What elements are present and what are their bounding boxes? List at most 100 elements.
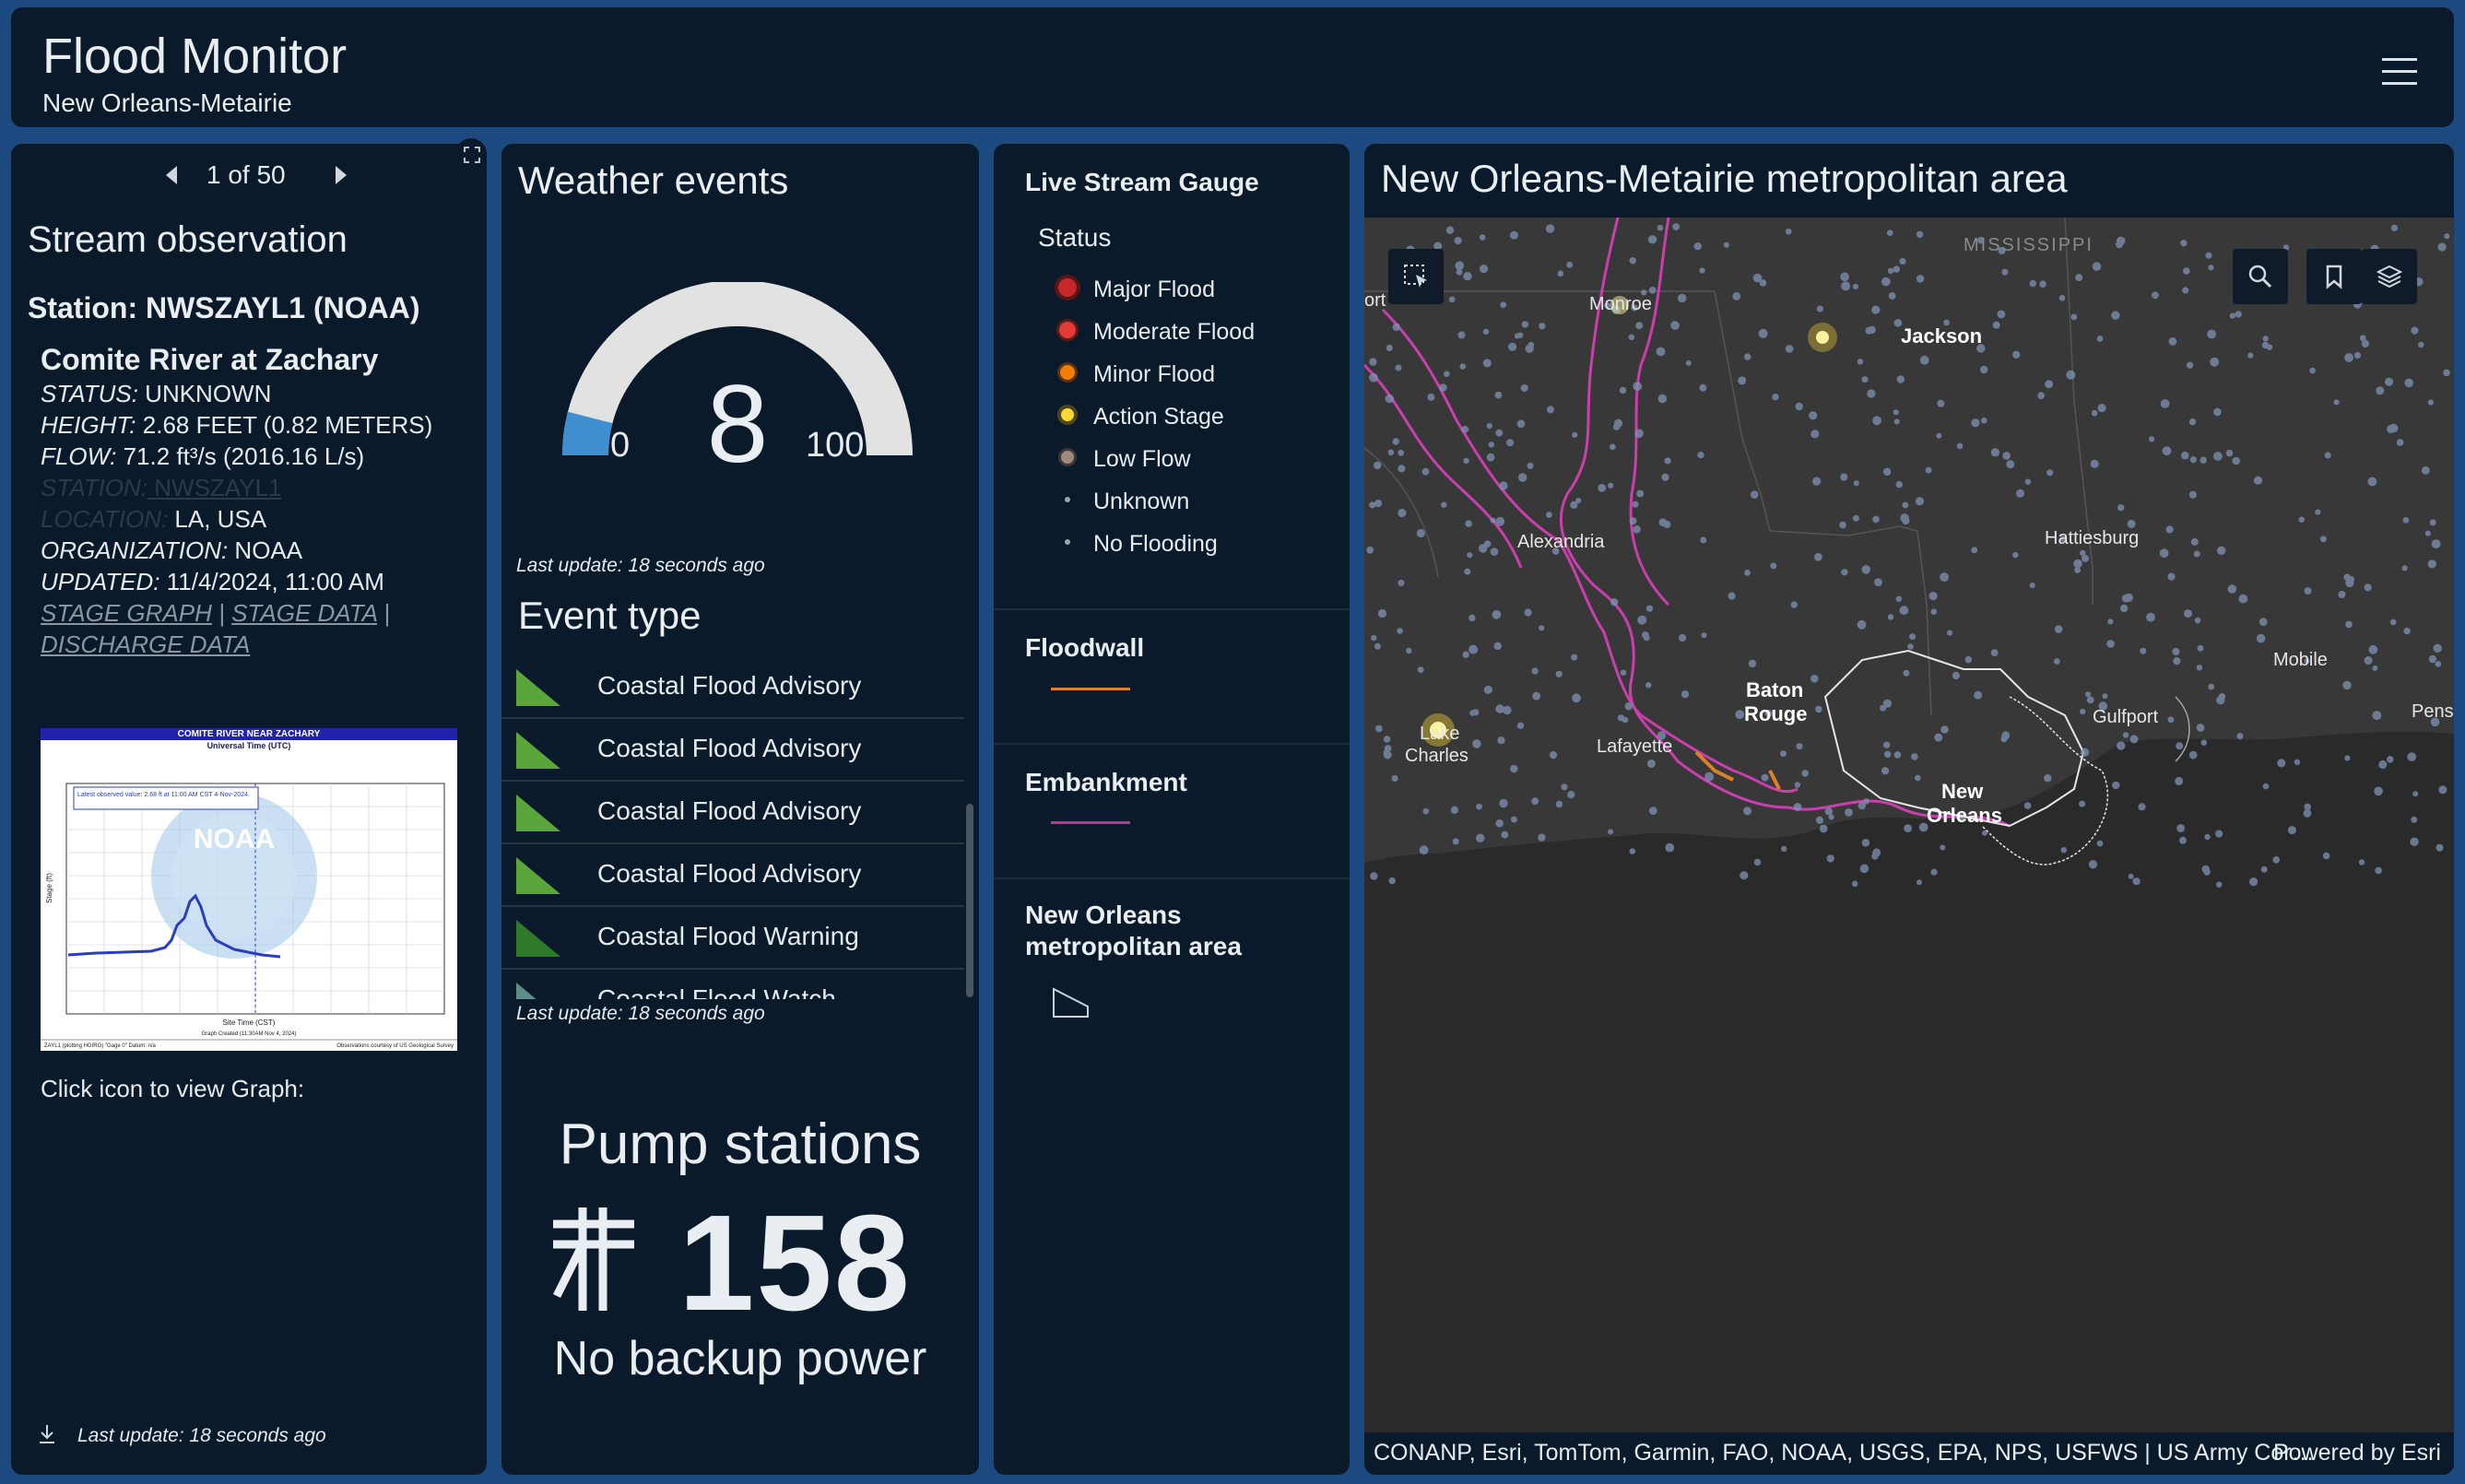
gauge-point[interactable]	[1463, 272, 1472, 281]
gauge-point[interactable]	[2205, 252, 2212, 259]
gauge-point[interactable]	[2390, 224, 2399, 231]
gauge-point[interactable]	[1852, 283, 1858, 289]
gauge-point[interactable]	[1893, 418, 1900, 425]
gauge-point[interactable]	[1916, 230, 1924, 239]
gauge-point[interactable]	[1871, 853, 1879, 860]
gauge-point[interactable]	[1495, 704, 1504, 713]
gauge-point[interactable]	[2092, 262, 2102, 271]
gauge-point[interactable]	[1915, 774, 1921, 782]
gauge-point[interactable]	[2260, 866, 2268, 873]
gauge-point[interactable]	[1510, 764, 1518, 773]
gauge-point[interactable]	[1546, 406, 1554, 414]
gauge-point[interactable]	[1723, 241, 1729, 248]
gauge-point[interactable]	[1517, 473, 1527, 482]
gauge-point[interactable]	[2152, 291, 2159, 300]
gauge-point[interactable]	[2411, 816, 2418, 823]
gauge-point[interactable]	[1648, 807, 1657, 815]
gauge-point[interactable]	[1902, 516, 1910, 525]
gauge-point[interactable]	[1872, 515, 1880, 524]
gauge-point[interactable]	[2097, 404, 2106, 413]
gauge-point[interactable]	[1467, 552, 1473, 559]
gauge-point[interactable]	[1857, 619, 1867, 630]
gauge-point[interactable]	[2227, 584, 2237, 594]
gauge-point[interactable]	[1750, 490, 1759, 499]
gauge-point[interactable]	[2196, 665, 2203, 671]
gauge-point[interactable]	[2368, 644, 2378, 654]
gauge-point[interactable]	[1840, 473, 1848, 481]
gauge-point[interactable]	[2262, 783, 2270, 790]
gauge-point[interactable]	[2403, 627, 2411, 635]
gauge-point[interactable]	[1947, 630, 1953, 636]
gauge-point[interactable]	[1392, 323, 1400, 332]
gauge-point[interactable]	[1398, 579, 1405, 587]
gauge-point[interactable]	[1810, 675, 1819, 683]
gauge-point[interactable]	[1516, 419, 1526, 429]
gauge-point[interactable]	[1637, 615, 1647, 625]
gauge-point[interactable]	[1899, 606, 1909, 615]
gauge-point[interactable]	[2433, 643, 2442, 653]
gauge-point[interactable]	[2194, 617, 2201, 624]
gauge-point[interactable]	[1388, 877, 1396, 885]
gauge-point[interactable]	[1406, 647, 1412, 654]
gauge-point[interactable]	[2376, 386, 2385, 395]
gauge-point[interactable]	[1816, 305, 1823, 312]
gauge-point[interactable]	[2418, 341, 2424, 348]
gauge-point[interactable]	[2096, 840, 2104, 847]
gauge-point[interactable]	[2253, 476, 2263, 485]
gauge-point[interactable]	[1374, 500, 1383, 508]
expand-icon[interactable]	[455, 138, 487, 170]
gauge-point[interactable]	[1633, 525, 1641, 534]
gauge-point[interactable]	[1861, 565, 1871, 574]
gauge-point[interactable]	[1728, 592, 1736, 600]
gauge-point[interactable]	[1472, 709, 1480, 716]
gauge-point[interactable]	[1624, 701, 1634, 711]
gauge-point[interactable]	[2353, 351, 2362, 359]
gauge-point[interactable]	[2146, 612, 2155, 622]
gauge-point[interactable]	[2079, 800, 2086, 807]
gauge-point[interactable]	[1658, 518, 1668, 527]
gauge-point[interactable]	[1545, 224, 1555, 233]
gauge-point[interactable]	[1871, 305, 1881, 314]
gauge-point[interactable]	[1510, 230, 1518, 240]
gauge-point[interactable]	[1661, 473, 1669, 481]
gauge-point[interactable]	[1555, 800, 1563, 808]
gauge-point[interactable]	[1893, 409, 1899, 416]
gauge-point[interactable]	[2396, 439, 2404, 446]
gauge-point[interactable]	[1482, 328, 1490, 335]
gauge-point[interactable]	[2107, 618, 2114, 625]
gauge-point[interactable]	[1940, 844, 1946, 851]
gauge-point[interactable]	[2029, 279, 2036, 288]
gauge-point[interactable]	[2345, 620, 2353, 629]
gauge-point[interactable]	[1907, 643, 1914, 650]
gauge-point[interactable]	[1486, 453, 1495, 462]
gauge-point[interactable]	[1479, 265, 1489, 274]
gauge-point[interactable]	[2208, 683, 2215, 690]
gauge-point[interactable]	[1748, 659, 1757, 668]
gauge-point[interactable]	[1546, 512, 1552, 518]
gauge-point[interactable]	[2309, 367, 2316, 374]
gauge-point[interactable]	[1859, 864, 1869, 874]
gauge-point[interactable]	[2364, 583, 2372, 592]
gauge-point[interactable]	[1566, 261, 1574, 268]
gauge-point[interactable]	[1909, 633, 1917, 641]
gauge-point[interactable]	[2249, 877, 2259, 887]
gauge-point[interactable]	[1956, 442, 1964, 450]
gauge-point[interactable]	[2112, 781, 2120, 790]
gauge-point[interactable]	[1888, 292, 1896, 300]
gauge-point[interactable]	[1571, 654, 1578, 661]
gauge-point[interactable]	[1397, 628, 1403, 634]
gauge-point[interactable]	[2045, 380, 2054, 389]
gauge-point[interactable]	[1899, 257, 1906, 265]
gauge-point[interactable]	[1971, 418, 1980, 428]
gauge-point[interactable]	[1814, 552, 1822, 561]
gauge-point[interactable]	[1441, 501, 1447, 508]
gauge-point[interactable]	[1990, 649, 1999, 656]
gauge-point[interactable]	[1781, 845, 1787, 853]
gauge-point[interactable]	[1699, 383, 1707, 392]
gauge-point[interactable]	[2436, 843, 2444, 852]
gauge-point[interactable]	[1874, 578, 1882, 586]
gauge-point[interactable]	[2039, 280, 2046, 288]
gauge-point[interactable]	[1646, 760, 1656, 768]
gauge-point[interactable]	[1785, 345, 1794, 353]
gauge-point[interactable]	[1427, 393, 1435, 401]
